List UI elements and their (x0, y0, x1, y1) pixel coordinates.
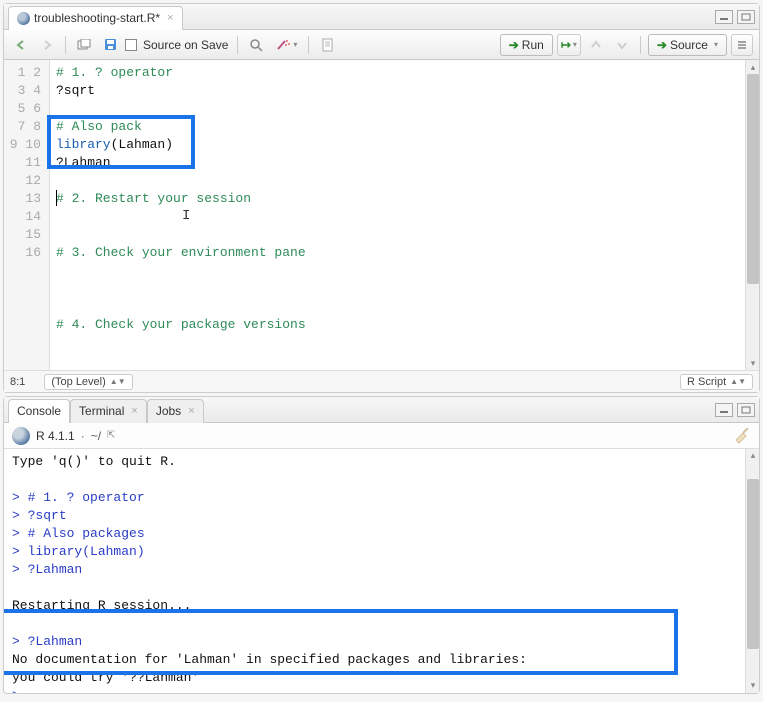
minimize-pane-button[interactable] (715, 10, 733, 24)
console-pane: Console Terminal × Jobs × R 4.1.1 · ~/ ⇱… (3, 396, 760, 694)
code-line: # 2. Restart your session (56, 191, 251, 206)
console-line: Restarting R session... (12, 598, 191, 613)
separator (308, 36, 309, 54)
close-icon[interactable]: × (131, 405, 137, 417)
show-in-new-window-button[interactable] (73, 34, 95, 56)
close-icon[interactable]: × (167, 12, 173, 24)
tab-terminal[interactable]: Terminal × (70, 399, 147, 423)
rerun-button[interactable]: ↦ ▾ (557, 34, 581, 56)
forward-button[interactable] (36, 34, 58, 56)
console-tabbar: Console Terminal × Jobs × (4, 397, 759, 423)
separator (65, 36, 66, 54)
run-label: Run (522, 38, 544, 52)
clear-console-icon[interactable] (733, 428, 751, 444)
tab-jobs[interactable]: Jobs × (147, 399, 204, 423)
scroll-down-icon[interactable]: ▾ (746, 356, 759, 370)
source-arrow-icon: ➔ (657, 38, 667, 52)
console-scrollbar[interactable]: ▴ ▾ (745, 449, 759, 693)
code-content[interactable]: # 1. ? operator ?sqrt # Also pack librar… (50, 60, 759, 370)
wd-popup-icon[interactable]: ⇱ (107, 430, 115, 441)
ibeam-cursor-icon: I (182, 207, 190, 225)
console-line: Type 'q()' to quit R. (12, 454, 176, 469)
code-keyword: library (56, 137, 111, 152)
code-line: (Lahman) (111, 137, 173, 152)
tab-console-label: Console (17, 404, 61, 418)
console-line: > # Also packages (12, 526, 145, 541)
code-line: # 1. ? operator (56, 65, 173, 80)
save-button[interactable] (99, 34, 121, 56)
r-logo-icon (12, 427, 30, 445)
source-tab-file[interactable]: troubleshooting-start.R* × (8, 6, 183, 30)
go-prev-section-button[interactable] (585, 34, 607, 56)
code-line: ?Lahman (56, 155, 111, 170)
find-button[interactable] (245, 34, 267, 56)
separator (237, 36, 238, 54)
console-line: No documentation for 'Lahman' in specifi… (12, 652, 527, 667)
source-button[interactable]: ➔ Source ▾ (648, 34, 727, 56)
run-arrow-icon: ➔ (509, 38, 519, 52)
source-on-save-label: Source on Save (141, 38, 230, 52)
console-line: > ?sqrt (12, 508, 67, 523)
tab-jobs-label: Jobs (156, 404, 181, 418)
r-version-label: R 4.1.1 (36, 429, 75, 443)
console-line: you could try '??Lahman' (12, 670, 199, 685)
console-header: R 4.1.1 · ~/ ⇱ (4, 423, 759, 449)
cursor-position: 8:1 (10, 376, 25, 388)
source-statusbar: 8:1 (Top Level) ▲▼ R Script ▲▼ (4, 370, 759, 392)
scroll-thumb[interactable] (747, 74, 759, 284)
source-on-save-checkbox[interactable] (125, 39, 137, 51)
editor-scrollbar[interactable]: ▴ ▾ (745, 60, 759, 370)
separator (640, 36, 641, 54)
go-next-section-button[interactable] (611, 34, 633, 56)
run-button[interactable]: ➔ Run (500, 34, 553, 56)
line-gutter: 1 2 3 4 5 6 7 8 9 10 11 12 13 14 15 16 (4, 60, 50, 370)
scroll-up-icon[interactable]: ▴ (746, 60, 759, 74)
close-icon[interactable]: × (188, 405, 194, 417)
tab-console[interactable]: Console (8, 399, 70, 423)
caret-icon: ▲▼ (110, 377, 126, 386)
filetype-label: R Script (687, 376, 726, 388)
compile-report-button[interactable] (316, 34, 338, 56)
tab-terminal-label: Terminal (79, 404, 124, 418)
editor-area[interactable]: 1 2 3 4 5 6 7 8 9 10 11 12 13 14 15 16 #… (4, 60, 759, 370)
rerun-arrow-icon: ↦ (561, 38, 571, 52)
console-line: > library(Lahman) (12, 544, 145, 559)
source-pane: troubleshooting-start.R* × Source on Sav… (3, 3, 760, 393)
console-line: > ?Lahman (12, 562, 82, 577)
source-tab-label: troubleshooting-start.R* (34, 11, 160, 25)
scroll-down-icon[interactable]: ▾ (746, 679, 759, 693)
console-line: > # 1. ? operator (12, 490, 145, 505)
scroll-up-icon[interactable]: ▴ (746, 449, 759, 463)
r-file-icon (17, 12, 30, 25)
source-button-label: Source (670, 38, 708, 52)
console-output[interactable]: Type 'q()' to quit R. > # 1. ? operator … (4, 449, 759, 693)
scope-selector[interactable]: (Top Level) ▲▼ (44, 374, 132, 390)
text-cursor (56, 190, 57, 206)
caret-icon: ▲▼ (730, 377, 746, 386)
code-line: # 3. Check your environment pane (56, 245, 306, 260)
filetype-selector[interactable]: R Script ▲▼ (680, 374, 753, 390)
minimize-pane-button[interactable] (715, 403, 733, 417)
code-line: ?sqrt (56, 83, 95, 98)
source-toolbar: Source on Save ▾ ➔ Run ↦ ▾ (4, 30, 759, 60)
outline-button[interactable] (731, 34, 753, 56)
maximize-pane-button[interactable] (737, 403, 755, 417)
console-line: > ?Lahman (12, 634, 82, 649)
scroll-thumb[interactable] (747, 479, 759, 649)
console-prompt[interactable]: > (12, 688, 28, 693)
code-line: # Also pack (56, 119, 142, 134)
source-tabbar: troubleshooting-start.R* × (4, 4, 759, 30)
code-tools-button[interactable]: ▾ (271, 34, 301, 56)
maximize-pane-button[interactable] (737, 10, 755, 24)
working-dir-label: ~/ (91, 429, 101, 443)
back-button[interactable] (10, 34, 32, 56)
code-line: # 4. Check your package versions (56, 317, 306, 332)
scope-label: (Top Level) (51, 376, 105, 388)
